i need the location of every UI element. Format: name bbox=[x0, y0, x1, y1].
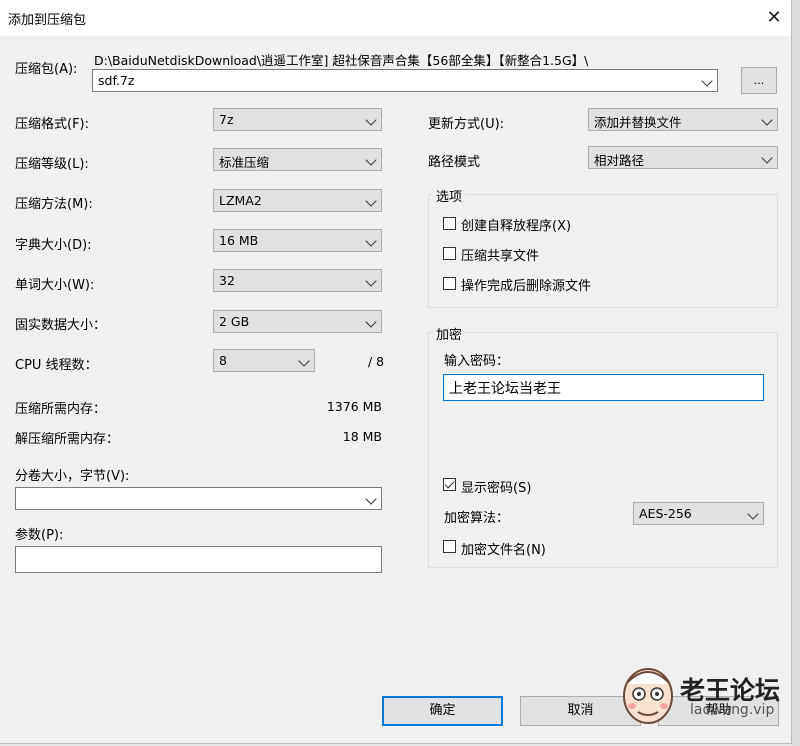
show-password-checkbox[interactable] bbox=[443, 478, 456, 491]
browse-button[interactable]: ... bbox=[741, 67, 777, 94]
cpu-select[interactable]: 8 bbox=[213, 349, 315, 372]
volume-label: 分卷大小，字节(V): bbox=[15, 469, 130, 484]
mem-decompress-label: 解压缩所需内存： bbox=[15, 432, 120, 447]
mem-compress-label: 压缩所需内存： bbox=[15, 402, 107, 417]
cpu-label: CPU 线程数： bbox=[15, 358, 98, 373]
chevron-down-icon bbox=[365, 114, 377, 126]
encrypt-names-checkbox[interactable] bbox=[443, 540, 456, 553]
cpu-total: / 8 bbox=[368, 354, 385, 369]
dict-select[interactable]: 16 MB bbox=[213, 229, 382, 252]
chevron-down-icon bbox=[761, 152, 773, 164]
update-value: 添加并替换文件 bbox=[594, 115, 682, 130]
options-title: 选项 bbox=[433, 186, 466, 205]
title-bar: 添加到压缩包 ✕ bbox=[0, 0, 791, 36]
password-input[interactable]: 上老王论坛当老王 bbox=[443, 374, 764, 401]
delete-source-checkbox[interactable] bbox=[443, 277, 456, 290]
window-title: 添加到压缩包 bbox=[8, 13, 87, 28]
mem-decompress-value: 18 MB bbox=[342, 429, 382, 444]
archive-path: D:\BaiduNetdiskDownload\逍遥工作室] 超社保音声合集【5… bbox=[94, 53, 589, 68]
params-label: 参数(P): bbox=[15, 528, 64, 543]
shared-checkbox[interactable] bbox=[443, 247, 456, 260]
window-edge bbox=[792, 0, 800, 746]
chevron-down-icon bbox=[701, 75, 713, 87]
encryption-title: 加密 bbox=[433, 324, 466, 343]
chevron-down-icon bbox=[365, 316, 377, 328]
level-value: 标准压缩 bbox=[219, 155, 270, 170]
update-select[interactable]: 添加并替换文件 bbox=[588, 108, 778, 131]
chevron-down-icon bbox=[365, 195, 377, 207]
method-value: LZMA2 bbox=[219, 193, 262, 208]
format-label: 压缩格式(F): bbox=[15, 117, 90, 132]
pathmode-select[interactable]: 相对路径 bbox=[588, 146, 778, 169]
format-value: 7z bbox=[219, 112, 234, 127]
method-label: 压缩方法(M): bbox=[15, 197, 93, 212]
level-select[interactable]: 标准压缩 bbox=[213, 148, 382, 171]
algo-select[interactable]: AES-256 bbox=[633, 502, 764, 525]
delete-source-label: 操作完成后删除源文件 bbox=[461, 279, 592, 294]
chevron-down-icon bbox=[365, 275, 377, 287]
password-value: 上老王论坛当老王 bbox=[449, 381, 561, 397]
chevron-down-icon bbox=[747, 508, 759, 520]
dict-label: 字典大小(D): bbox=[15, 238, 92, 253]
algo-value: AES-256 bbox=[639, 506, 692, 521]
solid-select[interactable]: 2 GB bbox=[213, 310, 382, 333]
archive-name-combo[interactable]: sdf.7z bbox=[92, 69, 718, 92]
sfx-checkbox[interactable] bbox=[443, 217, 456, 230]
cpu-value: 8 bbox=[219, 353, 227, 368]
update-label: 更新方式(U): bbox=[428, 117, 505, 132]
watermark-face-icon bbox=[623, 668, 673, 724]
sfx-label: 创建自释放程序(X) bbox=[461, 219, 572, 234]
close-icon[interactable]: ✕ bbox=[760, 4, 788, 32]
dict-value: 16 MB bbox=[219, 233, 259, 248]
word-label: 单词大小(W): bbox=[15, 278, 95, 293]
encrypt-names-label: 加密文件名(N) bbox=[461, 543, 546, 558]
solid-label: 固实数据大小： bbox=[15, 318, 107, 333]
show-password-label: 显示密码(S) bbox=[461, 481, 532, 496]
format-select[interactable]: 7z bbox=[213, 108, 382, 131]
word-value: 32 bbox=[219, 273, 235, 288]
add-to-archive-dialog: 添加到压缩包 ✕ 压缩包(A): D:\BaiduNetdiskDownload… bbox=[0, 0, 792, 744]
level-label: 压缩等级(L): bbox=[15, 157, 89, 172]
volume-combo[interactable] bbox=[15, 487, 382, 510]
method-select[interactable]: LZMA2 bbox=[213, 189, 382, 212]
archive-label: 压缩包(A): bbox=[15, 62, 78, 77]
archive-name-value: sdf.7z bbox=[98, 73, 135, 88]
mem-compress-value: 1376 MB bbox=[326, 399, 382, 414]
watermark-url: laowang.vip bbox=[690, 702, 775, 718]
chevron-down-icon bbox=[365, 235, 377, 247]
params-input[interactable] bbox=[15, 546, 382, 573]
pathmode-label: 路径模式 bbox=[428, 155, 481, 170]
chevron-down-icon bbox=[365, 493, 377, 505]
pathmode-value: 相对路径 bbox=[594, 153, 645, 168]
ok-button[interactable]: 确定 bbox=[382, 696, 503, 726]
algo-label: 加密算法： bbox=[444, 511, 510, 526]
chevron-down-icon bbox=[365, 154, 377, 166]
password-label: 输入密码： bbox=[444, 354, 510, 369]
word-select[interactable]: 32 bbox=[213, 269, 382, 292]
solid-value: 2 GB bbox=[219, 314, 250, 329]
chevron-down-icon bbox=[298, 355, 310, 367]
shared-label: 压缩共享文件 bbox=[461, 249, 540, 264]
chevron-down-icon bbox=[761, 114, 773, 126]
